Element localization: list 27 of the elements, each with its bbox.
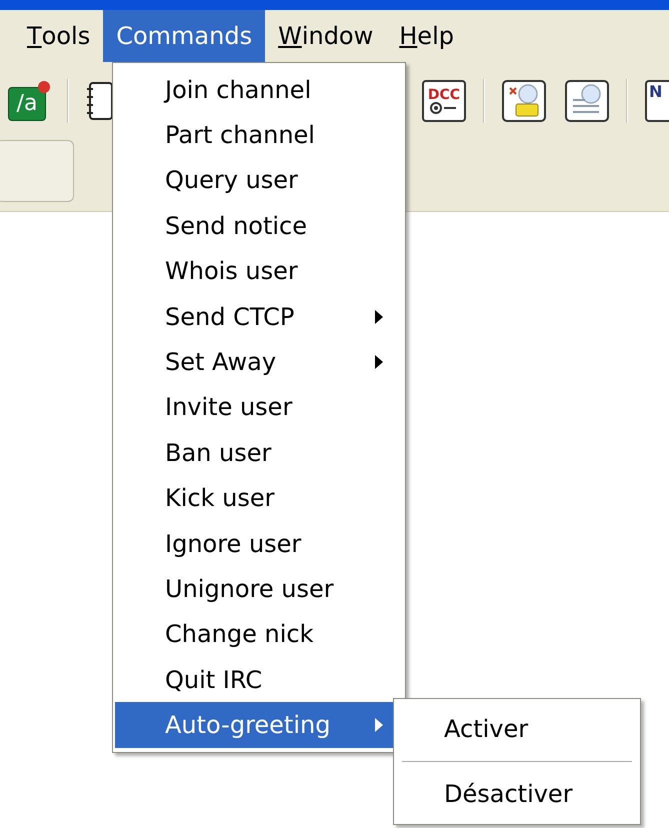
submenu-arrow-icon (375, 310, 383, 324)
submenu-arrow-icon (375, 355, 383, 370)
menu-option[interactable]: Unignore user (115, 566, 403, 612)
menu-item[interactable]: Help (386, 10, 467, 62)
menu-option[interactable]: Ban user (115, 430, 403, 476)
menu-option[interactable]: Join channel (115, 67, 403, 112)
submenu-arrow-icon (375, 718, 383, 732)
menu-option[interactable]: Set Away (115, 339, 403, 385)
menu-option[interactable]: Quit IRC (115, 657, 403, 702)
menu-item[interactable]: Window (265, 10, 386, 62)
dcc-icon[interactable]: DCC (422, 80, 466, 122)
menu-option[interactable]: Change nick (115, 612, 403, 658)
menu-option[interactable]: Désactiver (394, 768, 640, 820)
page-icon[interactable]: N (645, 80, 669, 122)
folder-search-icon[interactable] (502, 80, 546, 122)
list-search-icon[interactable] (565, 80, 609, 122)
notepad-icon[interactable] (86, 81, 114, 121)
menu-option[interactable]: Whois user (115, 248, 403, 294)
menu-option[interactable]: Send notice (115, 203, 403, 249)
menu-option[interactable]: Send CTCP (115, 294, 403, 340)
menu-option[interactable]: Kick user (115, 476, 403, 521)
menu-item[interactable]: Commands (103, 10, 266, 62)
menu-option[interactable]: Query user (115, 158, 403, 204)
menu-option[interactable]: Invite user (115, 384, 403, 430)
menu-option[interactable]: Ignore user (115, 520, 403, 566)
menu-item[interactable]: Tools (14, 10, 104, 62)
menu-option[interactable]: Part channel (115, 112, 403, 158)
